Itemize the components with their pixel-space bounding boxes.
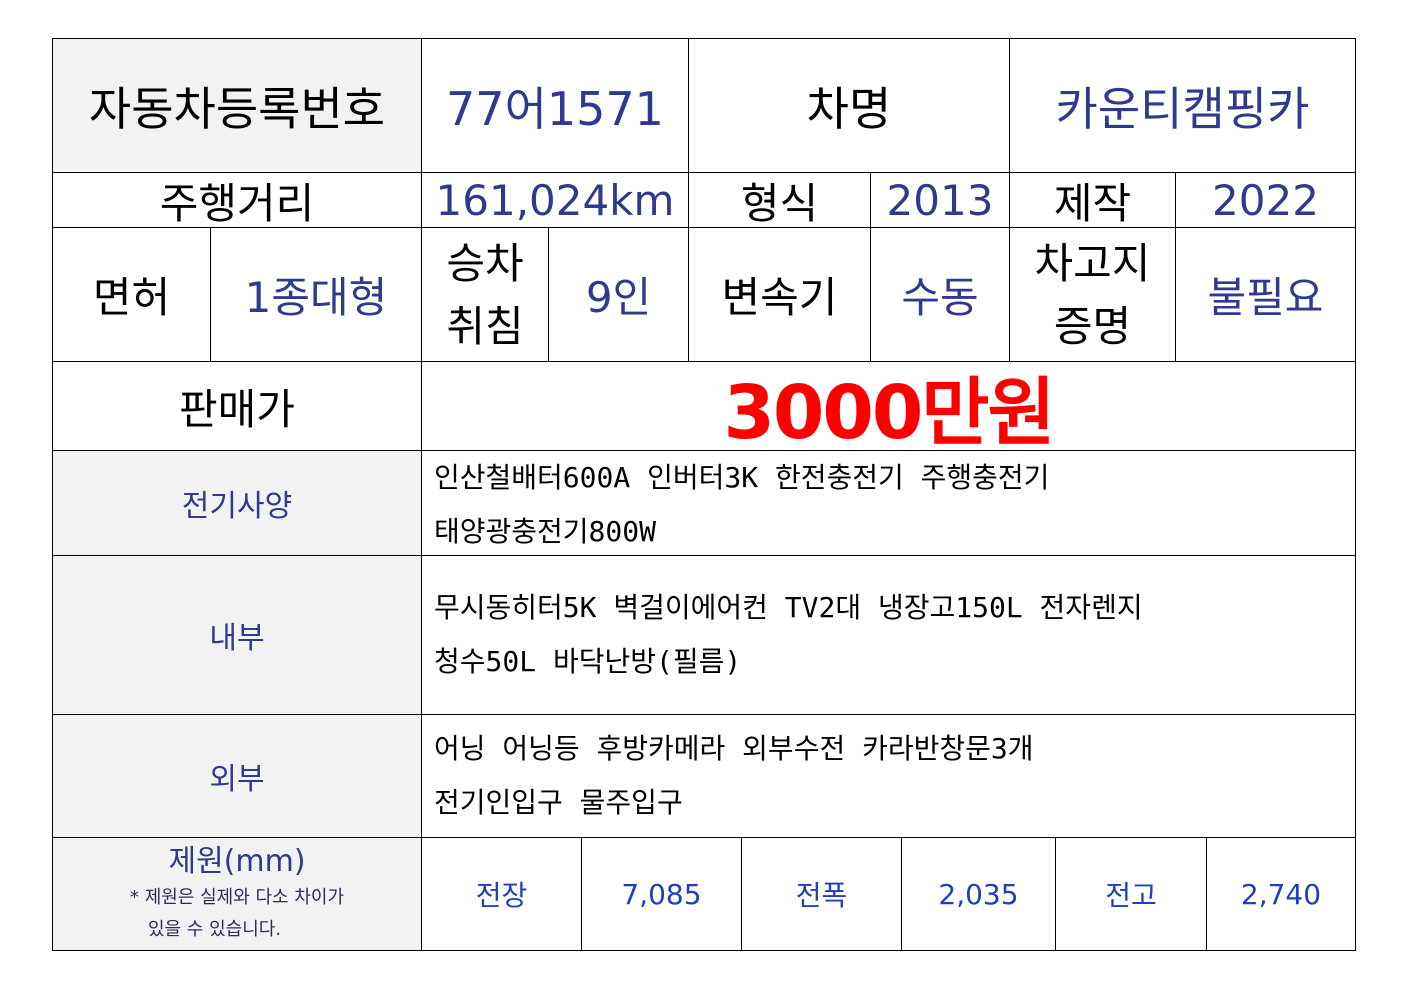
car-name-value: 카운티캠핑카 (1009, 38, 1356, 173)
length-value: 7,085 (581, 837, 742, 951)
dimensions-note-line2: 있을 수 있습니다. (147, 919, 282, 940)
exterior-specs: 어닝 어닝등 후방카메라 외부수전 카라반창문3개 전기인입구 물주입구 (421, 714, 1356, 838)
reg-number-value: 77어1571 (421, 38, 689, 173)
width-value: 2,035 (901, 837, 1056, 951)
exterior-specs-line2: 전기인입구 물주입구 (434, 786, 683, 819)
model-year-label: 형식 (688, 172, 871, 228)
license-label: 면허 (52, 227, 211, 362)
garage-cert-value: 불필요 (1175, 227, 1356, 362)
interior-label: 내부 (52, 555, 422, 715)
length-label: 전장 (421, 837, 582, 951)
model-year-value: 2013 (870, 172, 1010, 228)
interior-specs-line2: 청수50L 바닥난방(필름) (434, 645, 742, 678)
car-name-label: 차명 (688, 38, 1010, 173)
price-value-cell: 3000만원 (421, 361, 1356, 456)
interior-specs-line1: 무시동히터5K 벽걸이에어컨 TV2대 냉장고150L 전자렌지 (434, 591, 1143, 624)
dimensions-label: 제원(mm) (168, 844, 306, 879)
price-label: 판매가 (52, 361, 422, 451)
seats-label-line1: 승차 (446, 238, 524, 288)
made-year-label: 제작 (1009, 172, 1176, 228)
dimensions-note: * 제원은 실제와 다소 차이가 있을 수 있습니다. (130, 882, 344, 946)
exterior-specs-line1: 어닝 어닝등 후방카메라 외부수전 카라반창문3개 (434, 732, 1034, 765)
electric-specs-line1: 인산철배터600A 인버터3K 한전충전기 주행충전기 (434, 461, 1050, 494)
dimensions-label-cell: 제원(mm) * 제원은 실제와 다소 차이가 있을 수 있습니다. (52, 837, 422, 951)
seats-value: 9인 (548, 227, 689, 362)
interior-specs: 무시동히터5K 벽걸이에어컨 TV2대 냉장고150L 전자렌지 청수50L 바… (421, 555, 1356, 715)
mileage-label: 주행거리 (52, 172, 422, 228)
seats-label-line2: 취침 (446, 301, 524, 351)
electric-label: 전기사양 (52, 450, 422, 556)
reg-number-label: 자동차등록번호 (52, 38, 422, 173)
exterior-label: 외부 (52, 714, 422, 838)
electric-specs: 인산철배터600A 인버터3K 한전충전기 주행충전기 태양광충전기800W (421, 450, 1356, 556)
transmission-label: 변속기 (688, 227, 871, 362)
height-label: 전고 (1055, 837, 1207, 951)
license-value: 1종대형 (210, 227, 422, 362)
seats-label: 승차 취침 (421, 227, 549, 362)
price-value: 3000만원 (723, 369, 1055, 456)
height-value: 2,740 (1206, 837, 1356, 951)
mileage-value: 161,024km (421, 172, 689, 228)
garage-cert-label: 차고지 증명 (1009, 227, 1176, 362)
width-label: 전폭 (741, 837, 902, 951)
dimensions-note-line1: * 제원은 실제와 다소 차이가 (129, 887, 345, 908)
transmission-value: 수동 (870, 227, 1010, 362)
electric-specs-line2: 태양광충전기800W (434, 515, 656, 548)
vehicle-spec-sheet: 자동차등록번호 77어1571 차명 카운티캠핑카 주행거리 161,024km… (52, 38, 1356, 951)
garage-cert-label-line1: 차고지 (1034, 238, 1151, 288)
made-year-value: 2022 (1175, 172, 1356, 228)
garage-cert-label-line2: 증명 (1053, 301, 1132, 351)
